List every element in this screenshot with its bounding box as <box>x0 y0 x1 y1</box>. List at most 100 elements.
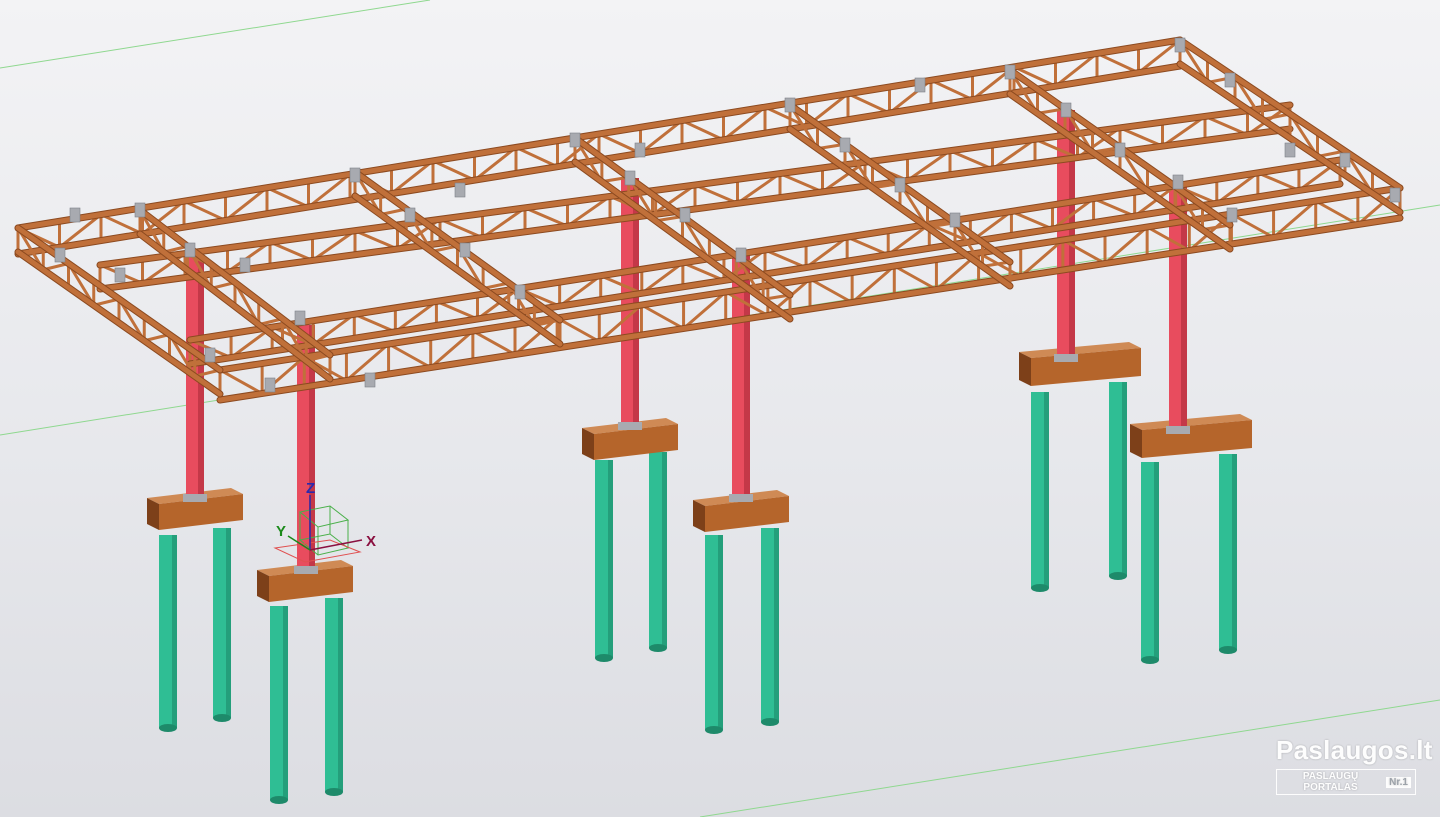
bolt-connection-plate <box>634 142 646 158</box>
column-base-plate <box>294 566 318 574</box>
watermark-subtitle: PASLAUGŲ PORTALAS <box>1302 771 1359 793</box>
truss-inner-diagonal <box>435 300 479 321</box>
pile-shade <box>608 460 613 658</box>
truss-middle-diagonal <box>1119 126 1164 148</box>
truss-inner-diagonal <box>846 235 889 257</box>
truss-inner-diagonal <box>764 248 807 269</box>
pile-base <box>325 788 343 796</box>
bolt-connection-plate <box>1004 64 1016 80</box>
pile-shade <box>172 535 177 728</box>
pile-shade <box>662 452 667 648</box>
bolt-connection-plate <box>294 310 306 326</box>
bolt-connection-plate <box>69 207 81 223</box>
pile-base <box>159 724 177 732</box>
bolt-connection-plate <box>569 132 581 148</box>
pile-shade <box>1232 454 1237 650</box>
pile-base <box>1109 572 1127 580</box>
axis-label-z: Z <box>306 480 315 497</box>
truss-inner-diagonal <box>1010 210 1054 231</box>
column-base-plate <box>1166 426 1190 434</box>
axis-gizmo: Z X Y <box>273 480 376 563</box>
truss-back-diagonal <box>847 92 891 115</box>
pile-shade <box>338 598 343 792</box>
truss-front-diagonal <box>219 368 263 395</box>
truss-roof-frame <box>14 36 1404 404</box>
truss-middle-diagonal <box>949 149 994 171</box>
bolt-connection-plate <box>914 77 926 93</box>
truss-middle-diagonal <box>354 229 399 251</box>
column-base-plate <box>729 494 753 502</box>
pile-base <box>1031 584 1049 592</box>
bolt-connection-plate <box>1339 152 1351 168</box>
bolt-connection-plate <box>349 167 361 183</box>
bolt-connection-plate <box>514 284 526 300</box>
bolt-connection-plate <box>784 97 796 113</box>
bolt-connection-plate <box>114 267 126 283</box>
pile-shade <box>1122 382 1127 576</box>
column-base-plate <box>183 494 207 502</box>
bolt-connection-plate <box>1284 142 1296 158</box>
truss-inner-diagonal <box>1257 171 1300 192</box>
pile-base <box>1141 656 1159 664</box>
pile-base <box>1219 646 1237 654</box>
truss-back-diagonal <box>598 132 642 155</box>
truss-back-diagonal <box>930 78 974 101</box>
pile-base <box>213 714 231 722</box>
watermark-subtitle-row: PASLAUGŲ PORTALAS Nr.1 <box>1276 769 1416 795</box>
bolt-connection-plate <box>1226 207 1238 223</box>
truss-back-diagonal <box>1096 52 1140 75</box>
truss-middle-diagonal <box>779 172 824 194</box>
pile-cap-side <box>1019 352 1031 386</box>
truss-front-diagonal <box>1230 212 1275 239</box>
watermark-title: Paslaugos.lt <box>1276 735 1433 765</box>
pile-base <box>761 718 779 726</box>
watermark-logo: Paslaugos.lt PASLAUGŲ PORTALAS Nr.1 <box>1276 735 1433 795</box>
truss-middle-diagonal <box>1204 115 1249 137</box>
truss-front-diagonal <box>809 277 853 304</box>
pile-base <box>270 796 288 804</box>
pile-shade <box>1154 462 1159 660</box>
truss-front-diagonal <box>556 316 601 343</box>
pile-shade <box>1044 392 1049 588</box>
truss-inner-diagonal <box>353 312 396 334</box>
bolt-connection-plate <box>1174 37 1186 53</box>
bolt-connection-plate <box>624 170 636 186</box>
truss-front-diagonal <box>472 329 516 356</box>
bolt-connection-plate <box>459 242 471 258</box>
truss-front-diagonal <box>387 342 432 369</box>
truss-middle-diagonal <box>269 240 314 262</box>
column-base-plate <box>1054 354 1078 362</box>
pile-shade <box>774 528 779 722</box>
truss-front-top-chord <box>217 185 1403 373</box>
watermark-badge: Nr.1 <box>1386 776 1411 788</box>
model-3d-viewport[interactable]: Z X Y <box>0 0 1440 817</box>
truss-middle-diagonal <box>694 183 739 205</box>
bolt-connection-plate <box>364 372 376 388</box>
truss-back-diagonal <box>432 159 476 182</box>
column-base-plate <box>618 422 642 430</box>
bolt-connection-plate <box>1114 142 1126 158</box>
bolt-connection-plate <box>1060 102 1072 118</box>
truss-front-diagonal <box>640 303 685 330</box>
pile-base <box>595 654 613 662</box>
axis-label-y: Y <box>276 523 286 540</box>
bolt-connection-plate <box>454 182 466 198</box>
pile-shade <box>283 606 288 800</box>
truss-middle-diagonal <box>524 206 569 228</box>
bolt-connection-plate <box>1224 72 1236 88</box>
pile-shade <box>718 535 723 730</box>
bolt-connection-plate <box>134 202 146 218</box>
bolt-connection-plate <box>949 212 961 228</box>
pile-cap-side <box>1130 424 1142 458</box>
bolt-connection-plate <box>894 177 906 193</box>
pile-base <box>649 644 667 652</box>
bolt-connection-plate <box>1389 187 1401 203</box>
truss-front-diagonal <box>893 264 938 291</box>
truss-back-diagonal <box>515 146 559 169</box>
truss-back-diagonal <box>183 199 227 222</box>
truss-inner-diagonal <box>1092 197 1136 218</box>
truss-front-diagonal <box>1314 199 1359 226</box>
bolt-connection-plate <box>679 207 691 223</box>
axis-label-x: X <box>366 533 376 550</box>
bolt-connection-plate <box>404 207 416 223</box>
